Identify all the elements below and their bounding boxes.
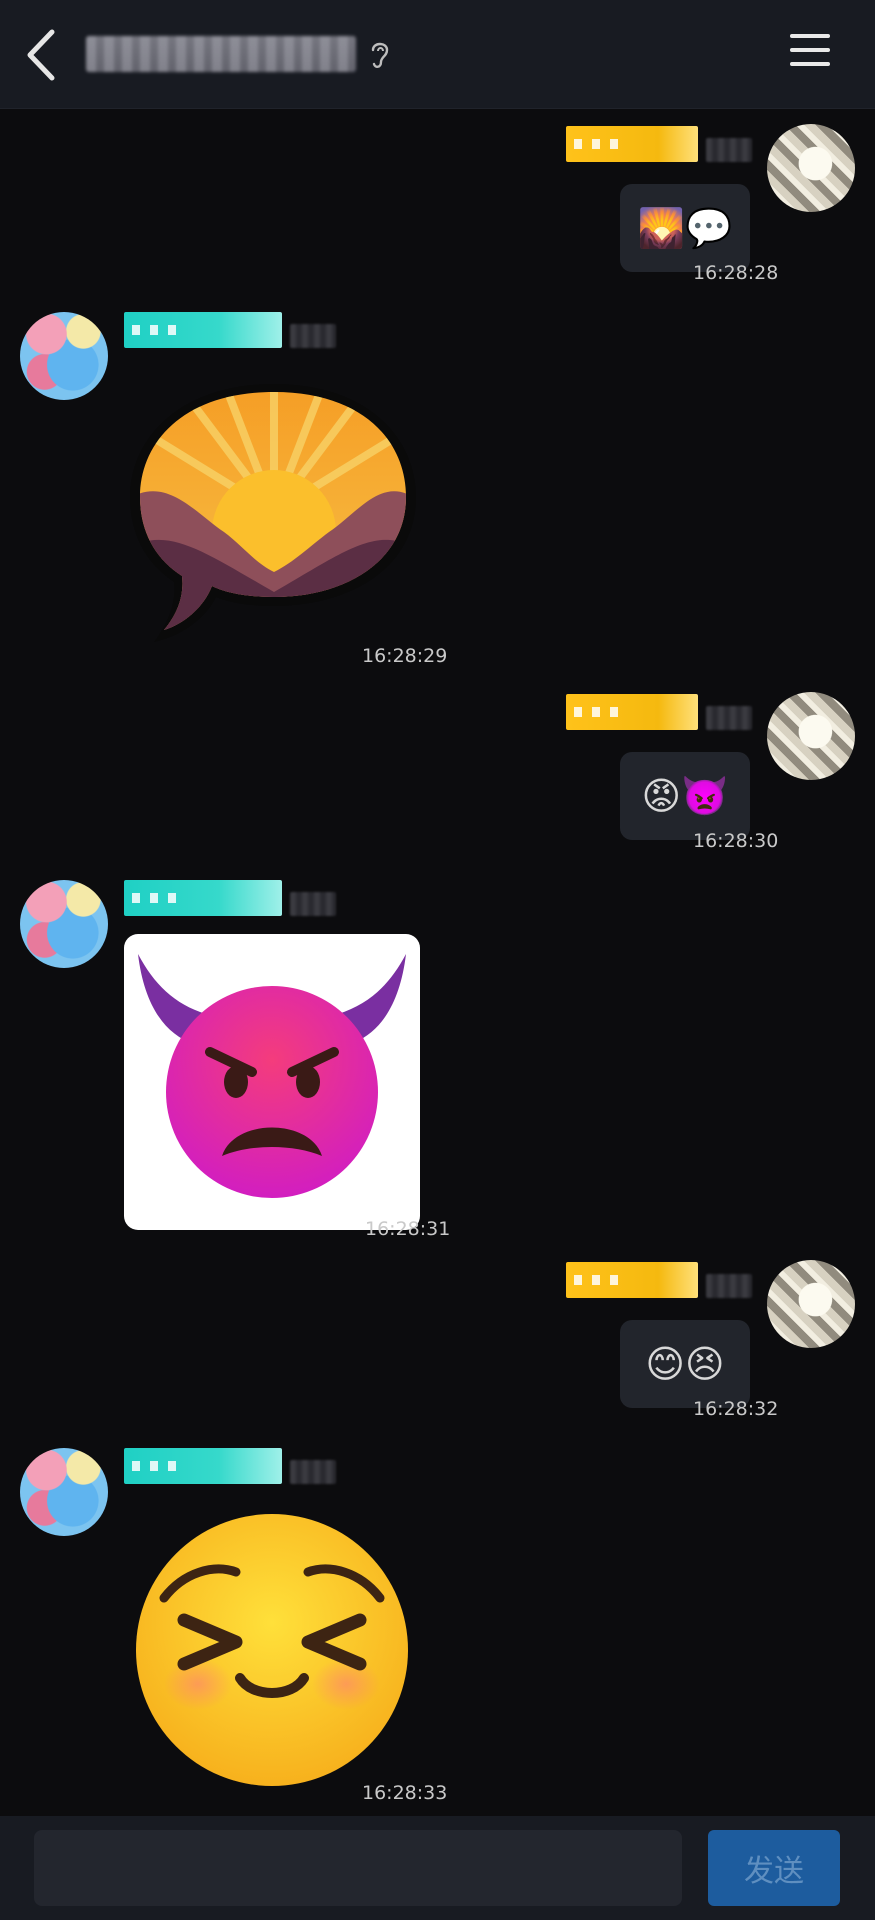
sender-name xyxy=(706,706,752,730)
sender-name xyxy=(706,1274,752,1298)
avatar[interactable] xyxy=(20,1448,108,1536)
message-time: 16:28:30 xyxy=(693,830,779,852)
avatar[interactable] xyxy=(20,312,108,400)
message-time: 16:28:32 xyxy=(693,1398,779,1420)
message-time: 16:28:28 xyxy=(693,262,779,284)
message-time: 16:28:33 xyxy=(362,1782,448,1804)
sender-name xyxy=(706,138,752,162)
message-bubble[interactable]: 🌄💬 xyxy=(620,184,750,272)
message-time: 16:28:31 xyxy=(365,1218,451,1240)
message-bubble[interactable]: 😡👿 xyxy=(620,752,750,840)
hamburger-menu-icon[interactable] xyxy=(790,34,830,74)
composer-bar: 发送 xyxy=(0,1816,875,1920)
avatar[interactable] xyxy=(767,124,855,212)
message-input[interactable] xyxy=(34,1830,682,1906)
chat-header xyxy=(0,0,875,109)
sunrise-speech-bubble-sticker[interactable] xyxy=(124,362,420,658)
sender-level-badge xyxy=(566,1262,698,1298)
sender-name xyxy=(290,1460,336,1484)
angry-devil-sticker[interactable] xyxy=(124,934,420,1230)
avatar[interactable] xyxy=(767,1260,855,1348)
sender-level-badge xyxy=(124,880,282,916)
sender-level-badge xyxy=(566,126,698,162)
sender-level-badge xyxy=(124,1448,282,1484)
sender-level-badge xyxy=(124,312,282,348)
sender-level-badge xyxy=(566,694,698,730)
message-time: 16:28:29 xyxy=(362,645,448,667)
chat-title xyxy=(86,36,356,72)
sender-name xyxy=(290,892,336,916)
persevering-face-sticker[interactable] xyxy=(124,1502,420,1798)
chevron-left-icon[interactable] xyxy=(22,26,62,84)
avatar[interactable] xyxy=(767,692,855,780)
sender-name xyxy=(290,324,336,348)
ear-icon[interactable] xyxy=(368,38,392,72)
send-button[interactable]: 发送 xyxy=(708,1830,840,1906)
avatar[interactable] xyxy=(20,880,108,968)
message-bubble[interactable]: 😊😣 xyxy=(620,1320,750,1408)
